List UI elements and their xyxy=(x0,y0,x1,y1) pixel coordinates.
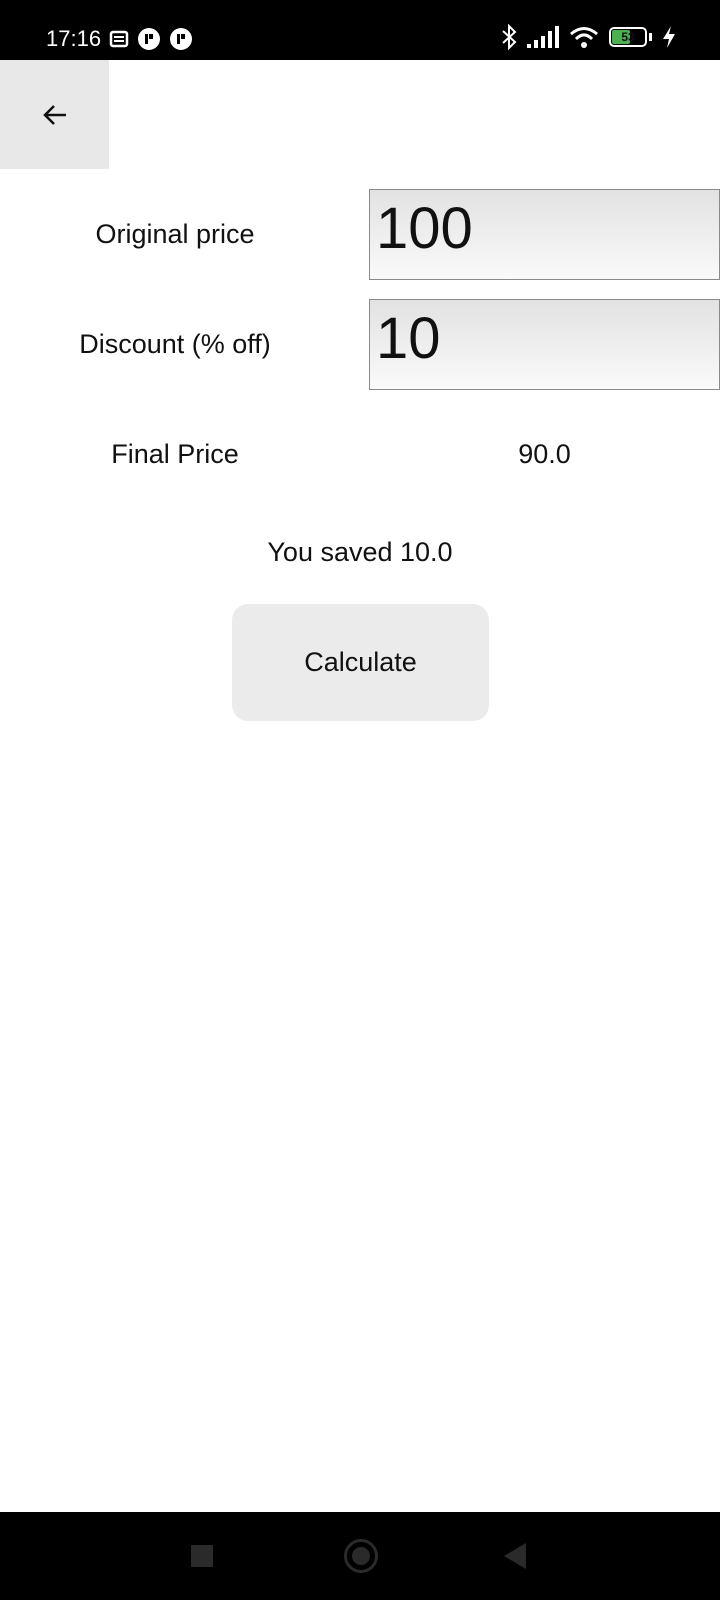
signal-icon xyxy=(527,26,559,48)
home-icon[interactable] xyxy=(344,1539,378,1573)
status-bar: 17:16 53 xyxy=(0,0,720,60)
wifi-icon xyxy=(570,27,598,48)
bluetooth-icon xyxy=(502,24,517,50)
status-time: 17:16 xyxy=(46,26,102,51)
back-button[interactable] xyxy=(0,60,109,169)
final-price-value: 90.0 xyxy=(518,439,571,469)
discount-field[interactable]: 10 xyxy=(369,299,720,390)
charging-icon xyxy=(663,26,675,48)
original-price-field[interactable]: 100 xyxy=(369,189,720,280)
battery-icon: 53 xyxy=(609,27,647,47)
discount-label: Discount (% off) xyxy=(79,329,271,359)
battery-level: 53 xyxy=(621,30,635,44)
recents-icon[interactable] xyxy=(191,1545,213,1567)
arrow-left-icon xyxy=(42,104,66,125)
status-left: 17:16 xyxy=(46,26,193,52)
battery-cap xyxy=(649,33,652,41)
final-price-label: Final Price xyxy=(111,439,239,469)
app-notification-icon xyxy=(170,28,193,50)
calculate-button[interactable]: Calculate xyxy=(232,604,489,721)
notes-icon xyxy=(109,30,129,48)
app-notification-icon xyxy=(138,28,161,50)
back-icon[interactable] xyxy=(504,1543,526,1569)
status-right: 53 xyxy=(501,24,676,50)
saved-text: You saved 10.0 xyxy=(267,537,453,567)
original-price-label: Original price xyxy=(95,219,255,249)
home-icon-inner xyxy=(352,1547,370,1565)
